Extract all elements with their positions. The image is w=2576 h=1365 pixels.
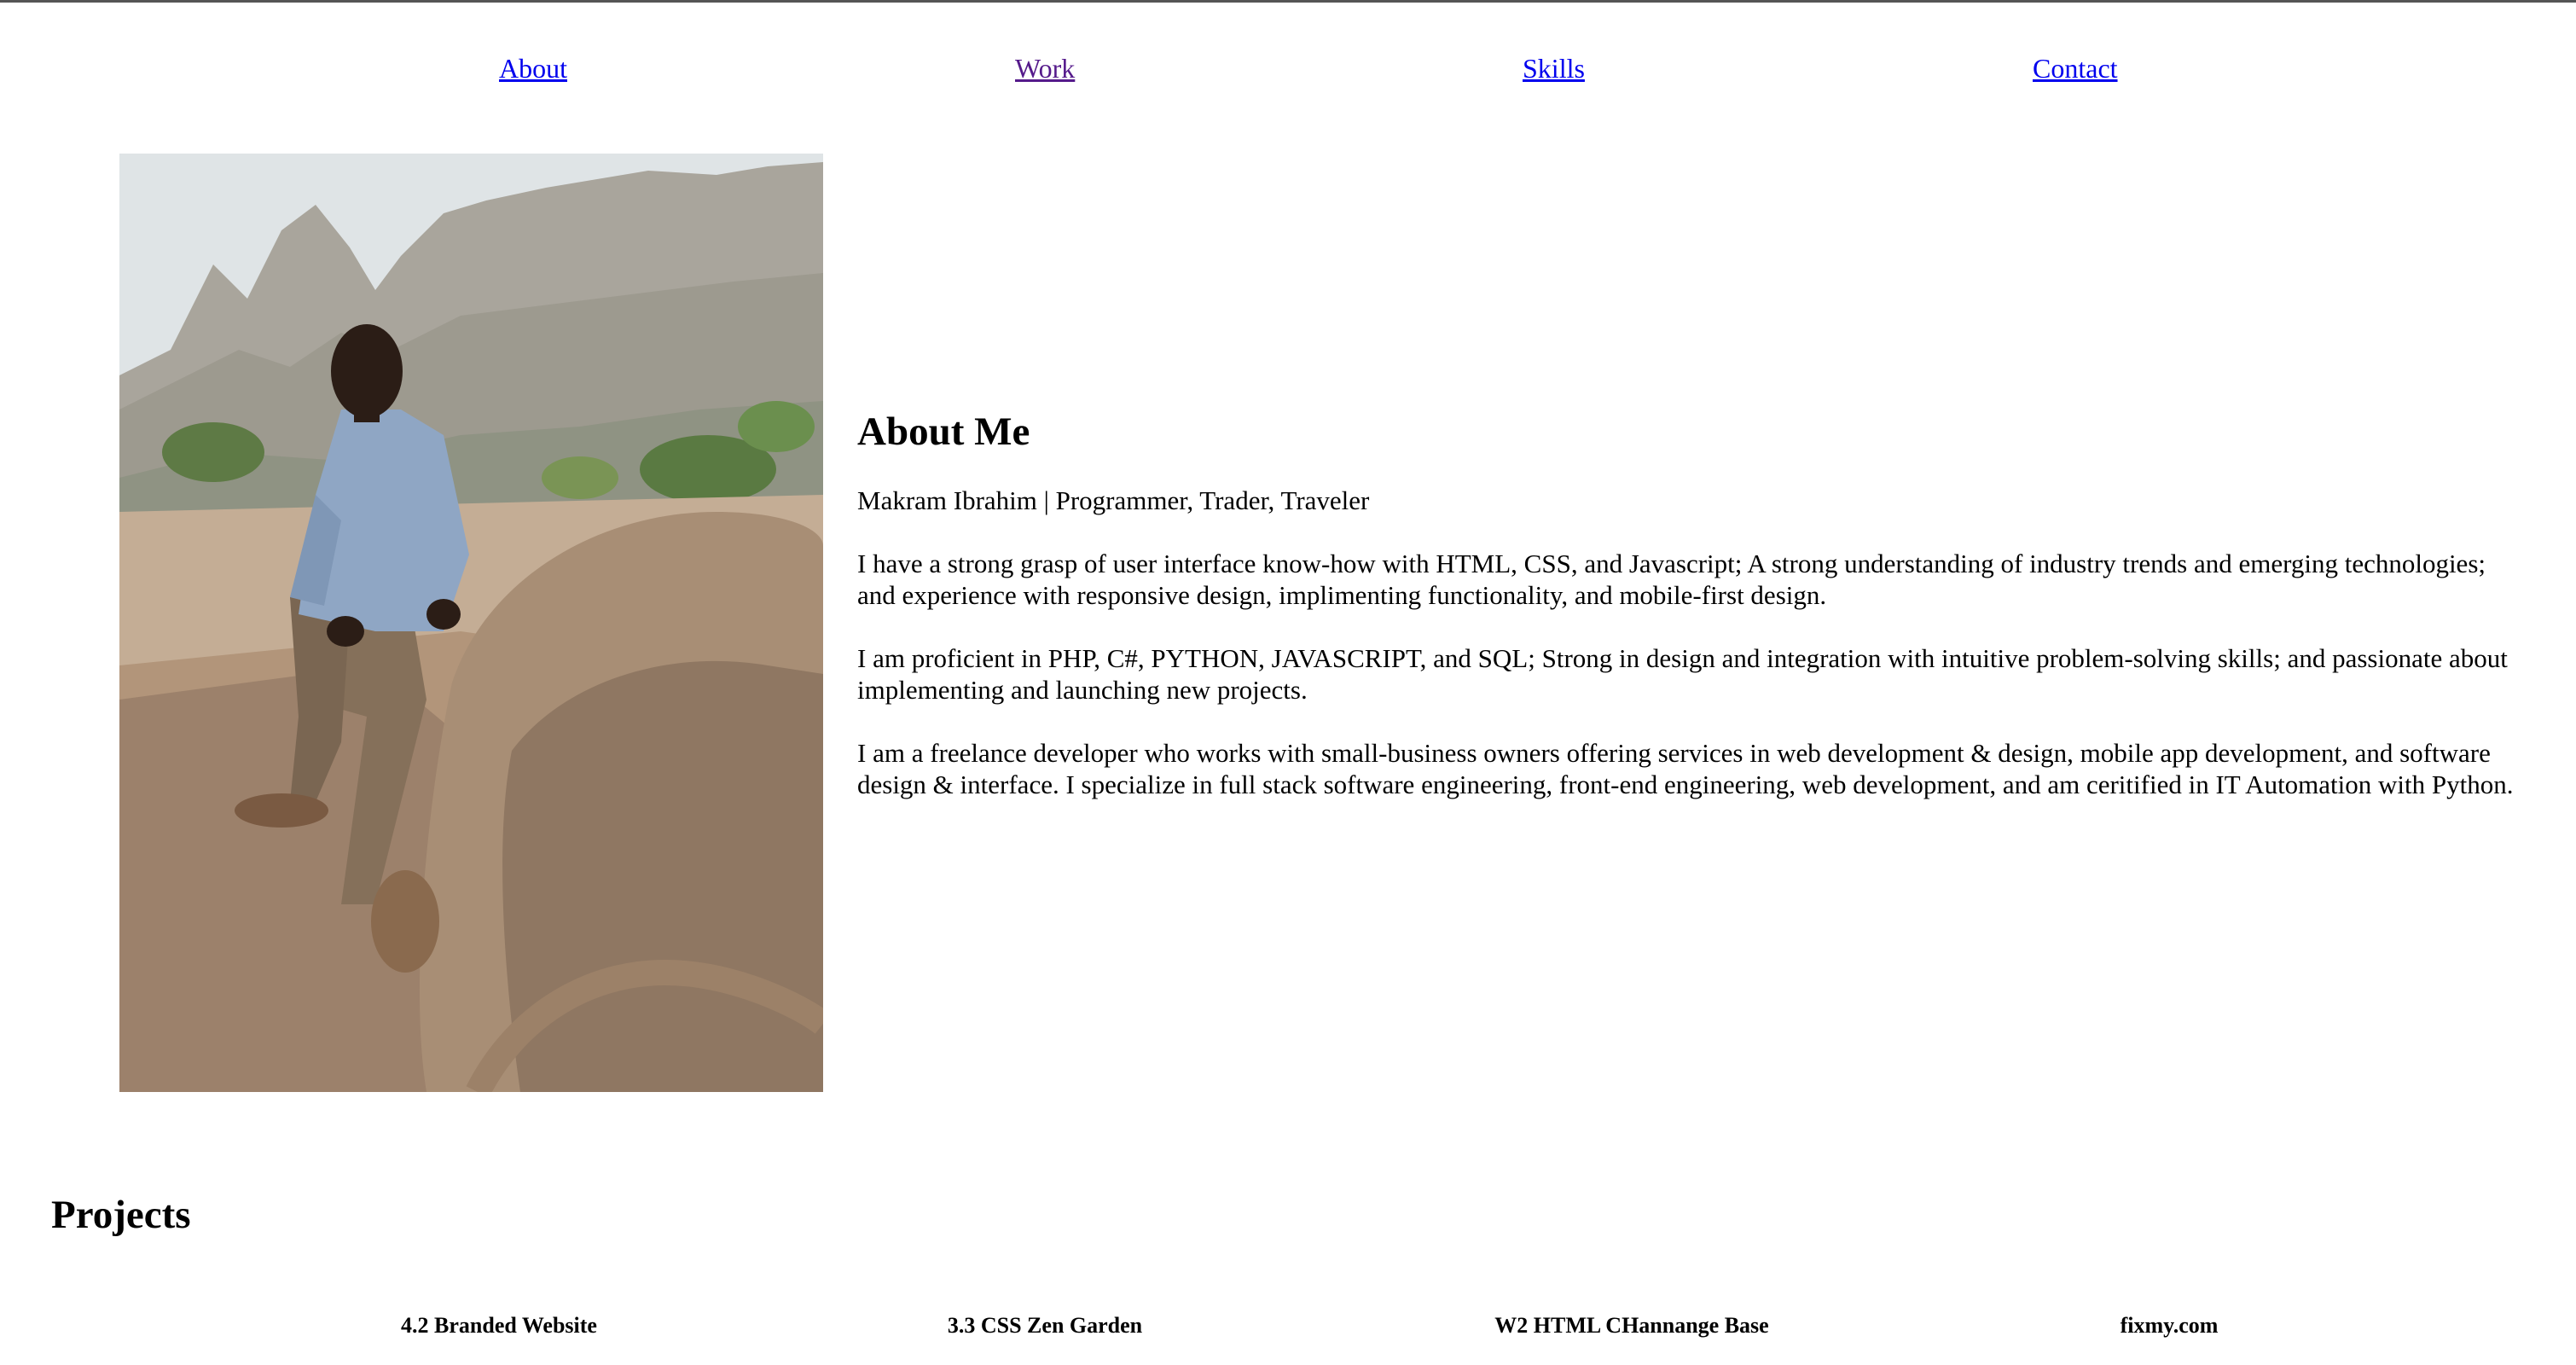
nav-link-about[interactable]: About <box>499 51 567 85</box>
projects-heading: Projects <box>51 1193 191 1237</box>
about-heading: About Me <box>857 410 1030 454</box>
about-section: About Me Makram Ibrahim | Programmer, Tr… <box>857 408 2529 832</box>
nav-link-contact[interactable]: Contact <box>2033 51 2118 85</box>
project-item: 3.3 CSS Zen Garden <box>947 1313 1143 1338</box>
project-item: fixmy.com <box>2120 1313 2219 1338</box>
main-nav: About Work Skills Contact <box>0 51 2576 89</box>
about-paragraph: I am a freelance developer who works wit… <box>857 738 2514 799</box>
about-paragraph: I have a strong grasp of user interface … <box>857 549 2486 610</box>
projects-list: 4.2 Branded Website 3.3 CSS Zen Garden W… <box>0 1310 2576 1345</box>
project-item: 4.2 Branded Website <box>401 1313 597 1338</box>
project-item: W2 HTML CHannange Base <box>1494 1313 1769 1338</box>
about-paragraph: I am proficient in PHP, C#, PYTHON, JAVA… <box>857 643 2508 705</box>
about-tagline: Makram Ibrahim | Programmer, Trader, Tra… <box>857 485 1370 515</box>
profile-photo <box>119 154 823 1092</box>
nav-link-work[interactable]: Work <box>1015 51 1075 85</box>
top-border <box>0 0 2576 3</box>
nav-link-skills[interactable]: Skills <box>1523 51 1585 85</box>
